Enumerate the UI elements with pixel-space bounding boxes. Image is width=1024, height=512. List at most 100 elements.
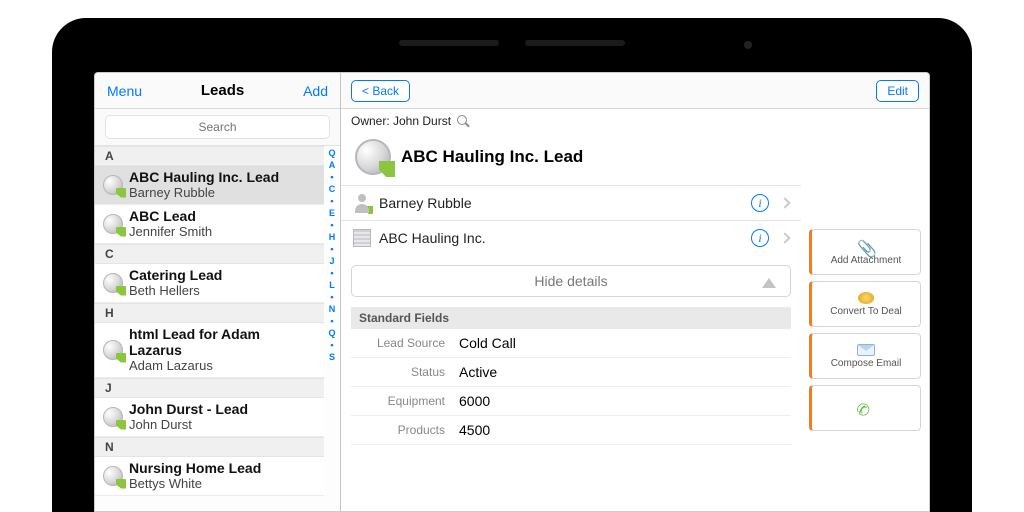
front-camera [744, 41, 752, 49]
field-label: Products [359, 422, 459, 438]
section-header: J [95, 378, 324, 398]
add-button[interactable]: Add [303, 83, 328, 99]
lead-title-row: ABC Hauling Inc. Lead [341, 133, 801, 185]
coin-icon [858, 292, 874, 304]
info-icon[interactable]: i [751, 229, 769, 247]
lead-contact: Jennifer Smith [129, 224, 212, 239]
index-letter[interactable]: L [329, 281, 335, 290]
call-button[interactable]: ✆ [809, 385, 921, 431]
detail-panel: < Back Edit Owner: John Durst ABC Haulin… [341, 73, 929, 511]
field-value: 4500 [459, 422, 490, 438]
index-letter[interactable]: N [329, 305, 336, 314]
lead-contact: Barney Rubble [129, 185, 279, 200]
detail-header: < Back Edit [341, 73, 929, 109]
building-icon [353, 229, 371, 247]
lead-contact: Adam Lazarus [129, 358, 314, 373]
speaker-grille [399, 40, 625, 46]
field-value: Active [459, 364, 497, 380]
list-item[interactable]: html Lead for Adam LazarusAdam Lazarus [95, 323, 324, 378]
search-icon[interactable] [457, 115, 469, 127]
lead-icon [355, 139, 391, 175]
list-item[interactable]: ABC LeadJennifer Smith [95, 205, 324, 244]
edit-button[interactable]: Edit [876, 80, 919, 102]
index-letter[interactable] [330, 293, 333, 302]
convert-deal-button[interactable]: Convert To Deal [809, 281, 921, 327]
lead-contact: Bettys White [129, 476, 261, 491]
index-letter[interactable] [330, 173, 333, 182]
list-item[interactable]: Nursing Home LeadBettys White [95, 457, 324, 496]
index-letter[interactable]: A [329, 161, 336, 170]
index-letter[interactable] [330, 317, 333, 326]
lead-name: html Lead for Adam Lazarus [129, 326, 314, 358]
lead-icon [103, 214, 123, 234]
standard-fields: Standard Fields Lead SourceCold CallStat… [351, 307, 791, 445]
section-header: N [95, 437, 324, 457]
lead-name: John Durst - Lead [129, 401, 248, 417]
action-column: 📎 Add Attachment Convert To Deal Compose… [809, 133, 929, 511]
lead-icon [103, 466, 123, 486]
section-header: C [95, 244, 324, 264]
index-letter[interactable] [330, 245, 333, 254]
alphabet-index[interactable]: QACEHJLNQS [326, 149, 338, 362]
index-letter[interactable]: C [329, 185, 336, 194]
related-contact-row[interactable]: Barney Rubble i [341, 185, 801, 220]
index-letter[interactable] [330, 221, 333, 230]
lead-name: ABC Lead [129, 208, 212, 224]
chevron-right-icon [779, 232, 790, 243]
index-letter[interactable] [330, 341, 333, 350]
field-row: Products4500 [351, 416, 791, 445]
index-letter[interactable]: H [329, 233, 336, 242]
lead-contact: John Durst [129, 417, 248, 432]
sidebar-title: Leads [201, 82, 244, 99]
lead-icon [103, 273, 123, 293]
related-contact-name: Barney Rubble [379, 195, 743, 211]
field-label: Status [359, 364, 459, 380]
leads-sidebar: Menu Leads Add A ABC Hauling Inc. LeadBar… [95, 73, 341, 511]
add-attachment-label: Add Attachment [831, 255, 902, 266]
lead-icon [103, 175, 123, 195]
lead-contact: Beth Hellers [129, 283, 222, 298]
related-company-name: ABC Hauling Inc. [379, 230, 743, 246]
index-letter[interactable]: S [329, 353, 335, 362]
related-company-row[interactable]: ABC Hauling Inc. i [341, 220, 801, 255]
standard-fields-header: Standard Fields [351, 307, 791, 329]
chevron-right-icon [779, 197, 790, 208]
person-icon [353, 194, 371, 212]
lead-name: Nursing Home Lead [129, 460, 261, 476]
index-letter[interactable]: J [329, 257, 334, 266]
lead-title: ABC Hauling Inc. Lead [401, 147, 583, 167]
hide-details-label: Hide details [534, 273, 607, 289]
lead-list[interactable]: AABC Hauling Inc. LeadBarney RubbleABC L… [95, 146, 340, 511]
lead-icon [103, 340, 123, 360]
field-row: Lead SourceCold Call [351, 329, 791, 358]
field-row: Equipment6000 [351, 387, 791, 416]
list-item[interactable]: Catering LeadBeth Hellers [95, 264, 324, 303]
list-item[interactable]: ABC Hauling Inc. LeadBarney Rubble [95, 166, 324, 205]
hide-details-toggle[interactable]: Hide details [351, 265, 791, 297]
phone-icon: ✆ [855, 399, 876, 417]
index-letter[interactable] [330, 269, 333, 278]
compose-email-label: Compose Email [831, 358, 902, 369]
info-icon[interactable]: i [751, 194, 769, 212]
search-input[interactable] [105, 115, 330, 139]
index-letter[interactable] [330, 197, 333, 206]
add-attachment-button[interactable]: 📎 Add Attachment [809, 229, 921, 275]
search-wrap [95, 109, 340, 146]
field-value: 6000 [459, 393, 490, 409]
compose-email-button[interactable]: Compose Email [809, 333, 921, 379]
field-label: Equipment [359, 393, 459, 409]
list-item[interactable]: John Durst - LeadJohn Durst [95, 398, 324, 437]
index-letter[interactable]: E [329, 209, 335, 218]
paperclip-icon: 📎 [857, 239, 875, 253]
field-label: Lead Source [359, 335, 459, 351]
owner-label: Owner: John Durst [351, 114, 451, 128]
tablet-frame: Menu Leads Add AABC Hauling Inc. LeadBar… [52, 18, 972, 512]
back-button[interactable]: < Back [351, 80, 410, 102]
field-value: Cold Call [459, 335, 516, 351]
lead-name: Catering Lead [129, 267, 222, 283]
index-letter[interactable]: Q [328, 329, 335, 338]
sidebar-header: Menu Leads Add [95, 73, 340, 109]
app-screen: Menu Leads Add AABC Hauling Inc. LeadBar… [94, 72, 930, 512]
menu-button[interactable]: Menu [107, 83, 142, 99]
index-letter[interactable]: Q [328, 149, 335, 158]
